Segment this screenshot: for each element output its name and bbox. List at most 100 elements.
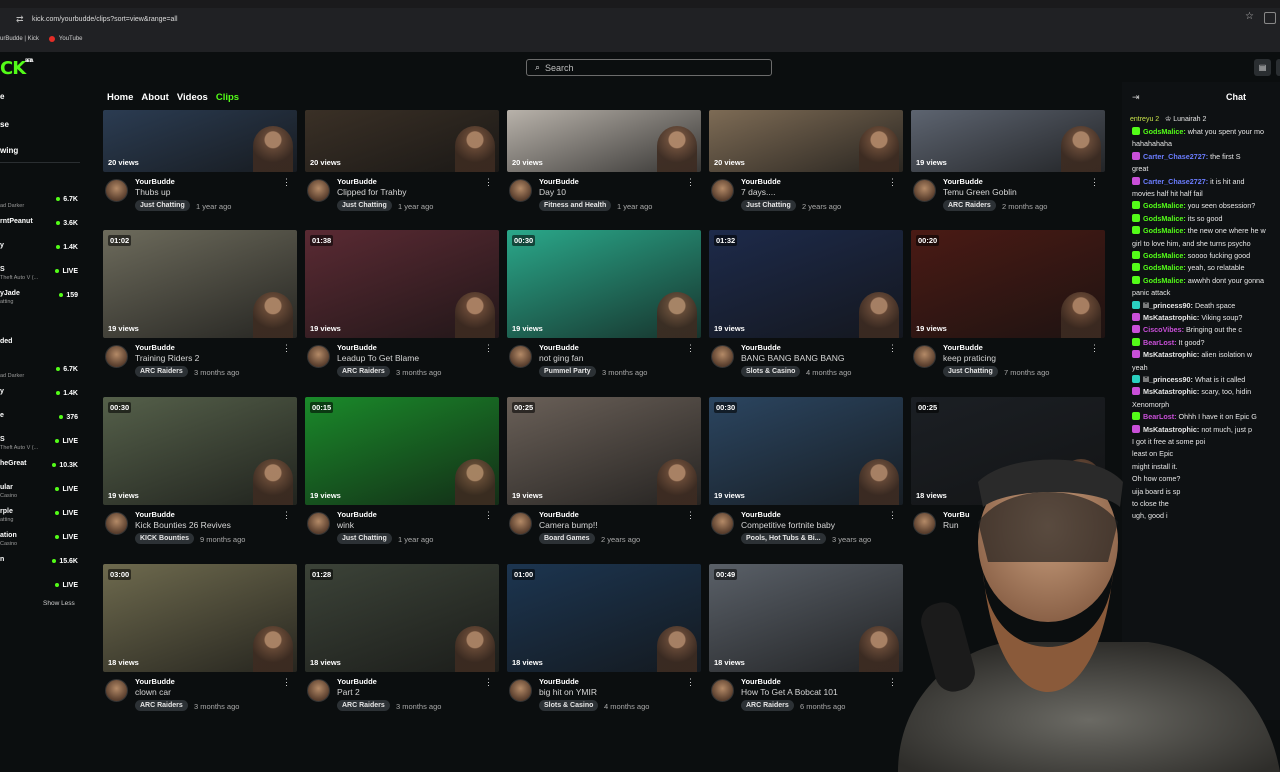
chat-username[interactable]: GodsMalice: [1143, 276, 1188, 285]
chat-username[interactable]: GodsMalice: [1143, 251, 1188, 260]
menu-button[interactable] [1276, 59, 1280, 76]
clip-username[interactable]: YourBudde [741, 677, 781, 686]
avatar[interactable] [913, 512, 936, 535]
clip-title[interactable]: clown car [135, 687, 171, 697]
avatar[interactable] [711, 679, 734, 702]
avatar[interactable] [509, 679, 532, 702]
clip-username[interactable]: YourBudde [337, 677, 377, 686]
clip-thumbnail[interactable]: 00:20 19 views [911, 230, 1105, 338]
category-tag[interactable]: Slots & Casino [741, 366, 801, 377]
clip-thumbnail[interactable]: 00:25 19 views [507, 397, 701, 505]
tab-about[interactable]: About [141, 92, 168, 103]
category-tag[interactable]: Board Games [539, 533, 595, 544]
clip-username[interactable]: YourBudde [741, 510, 781, 519]
sidebar-channel[interactable]: y 1.4K [0, 242, 80, 262]
sidebar-channel[interactable]: S Theft Auto V (... LIVE [0, 436, 80, 456]
more-options-icon[interactable]: ⋮ [484, 343, 493, 354]
site-info-icon[interactable]: ⇄ [16, 14, 26, 24]
more-options-icon[interactable]: ⋮ [282, 677, 291, 688]
category-tag[interactable]: Just Chatting [337, 533, 392, 544]
sidebar-channel[interactable]: LIVE [0, 580, 80, 600]
clip-thumbnail[interactable]: 00:25 18 views [911, 397, 1105, 505]
bookmark-youtube[interactable]: YouTube [48, 35, 93, 42]
chat-username[interactable]: lil_princess90: [1143, 375, 1195, 384]
clip-thumbnail[interactable]: 19 views [911, 110, 1105, 172]
sidebar-channel[interactable]: ular Casino LIVE [0, 484, 80, 504]
clip-title[interactable]: 7 days.... [741, 187, 776, 197]
chat-username[interactable]: CiscoVibes: [1143, 325, 1186, 334]
clip-title[interactable]: Kick Bounties 26 Revives [135, 520, 231, 530]
clip-username[interactable]: YourBudde [539, 677, 579, 686]
clip-username[interactable]: YourBudde [337, 343, 377, 352]
sidebar-channel[interactable]: n 15.6K [0, 556, 80, 576]
category-tag[interactable]: ARC Raiders [135, 366, 188, 377]
layout-toggle-icon[interactable]: ▤ [1254, 59, 1271, 76]
avatar[interactable] [105, 679, 128, 702]
clip-title[interactable]: keep praticing [943, 353, 996, 363]
clip-thumbnail[interactable]: 00:15 19 views [305, 397, 499, 505]
url-text[interactable]: kick.com/yourbudde/clips?sort=view&range… [32, 16, 178, 23]
category-tag[interactable]: ARC Raiders [337, 366, 390, 377]
clip-username[interactable]: YourBudde [337, 510, 377, 519]
clip-title[interactable]: Clipped for Trahby [337, 187, 406, 197]
chat-username[interactable]: GodsMalice: [1143, 127, 1188, 136]
avatar[interactable] [307, 512, 330, 535]
sidebar-channel[interactable]: heGreat 10.3K [0, 460, 80, 480]
more-options-icon[interactable]: ⋮ [282, 343, 291, 354]
chat-username[interactable]: MsKatastrophic: [1143, 425, 1201, 434]
chat-username[interactable]: BearLost: [1143, 338, 1179, 347]
category-tag[interactable]: Pummel Party [539, 366, 596, 377]
clip-username[interactable]: YourBudde [337, 177, 377, 186]
chat-username[interactable]: GodsMalice: [1143, 201, 1188, 210]
category-tag[interactable]: ARC Raiders [337, 700, 390, 711]
more-options-icon[interactable]: ⋮ [888, 343, 897, 354]
avatar[interactable] [105, 512, 128, 535]
more-options-icon[interactable]: ⋮ [888, 177, 897, 188]
sidebar-channel[interactable]: rntPeanut 3.6K [0, 218, 80, 238]
avatar[interactable] [307, 179, 330, 202]
chat-username[interactable]: Carter_Chase2727: [1143, 152, 1210, 161]
chat-username[interactable]: GodsMalice: [1143, 214, 1188, 223]
clip-title[interactable]: wink [337, 520, 354, 530]
category-tag[interactable]: KICK Bounties [135, 533, 194, 544]
chat-username[interactable]: GodsMalice: [1143, 263, 1188, 272]
search-input[interactable]: ⌕ Search [526, 59, 772, 76]
category-tag[interactable]: Just Chatting [741, 200, 796, 211]
avatar[interactable] [105, 179, 128, 202]
more-options-icon[interactable]: ⋮ [888, 510, 897, 521]
more-options-icon[interactable]: ⋮ [484, 510, 493, 521]
tab-home[interactable]: Home [107, 92, 133, 103]
clip-thumbnail[interactable]: 00:30 19 views [709, 397, 903, 505]
chat-username[interactable]: Carter_Chase2727: [1143, 177, 1210, 186]
clip-username[interactable]: YourBudde [135, 177, 175, 186]
chat-username[interactable]: GodsMalice: [1143, 226, 1188, 235]
category-tag[interactable]: Just Chatting [135, 200, 190, 211]
avatar[interactable] [711, 345, 734, 368]
clip-title[interactable]: Day 10 [539, 187, 566, 197]
clip-thumbnail[interactable]: 20 views [507, 110, 701, 172]
sidebar-channel[interactable]: S Theft Auto V (... LIVE [0, 266, 80, 286]
clip-title[interactable]: big hit on YMIR [539, 687, 597, 697]
clip-username[interactable]: YourBudde [943, 177, 983, 186]
avatar[interactable] [509, 179, 532, 202]
clip-thumbnail[interactable]: 00:30 19 views [103, 397, 297, 505]
clip-username[interactable]: YourBudde [135, 677, 175, 686]
clip-username[interactable]: YourBudde [741, 343, 781, 352]
avatar[interactable] [913, 179, 936, 202]
clip-title[interactable]: Training Riders 2 [135, 353, 199, 363]
clip-title[interactable]: How To Get A Bobcat 101 [741, 687, 838, 697]
more-options-icon[interactable]: ⋮ [686, 343, 695, 354]
avatar[interactable] [105, 345, 128, 368]
sidebar-nav-home[interactable]: e [0, 92, 4, 101]
tab-videos[interactable]: Videos [177, 92, 208, 103]
chat-username[interactable]: MsKatastrophic: [1143, 387, 1201, 396]
avatar[interactable] [307, 679, 330, 702]
category-tag[interactable]: Pools, Hot Tubs & Bi... [741, 533, 826, 544]
clip-username[interactable]: YourBudde [539, 343, 579, 352]
clip-title[interactable]: not ging fan [539, 353, 583, 363]
clip-title[interactable]: Camera bump!! [539, 520, 598, 530]
more-options-icon[interactable]: ⋮ [282, 510, 291, 521]
chat-username[interactable]: BearLost: [1143, 412, 1179, 421]
clip-title[interactable]: Run [943, 520, 959, 530]
more-options-icon[interactable]: ⋮ [686, 510, 695, 521]
